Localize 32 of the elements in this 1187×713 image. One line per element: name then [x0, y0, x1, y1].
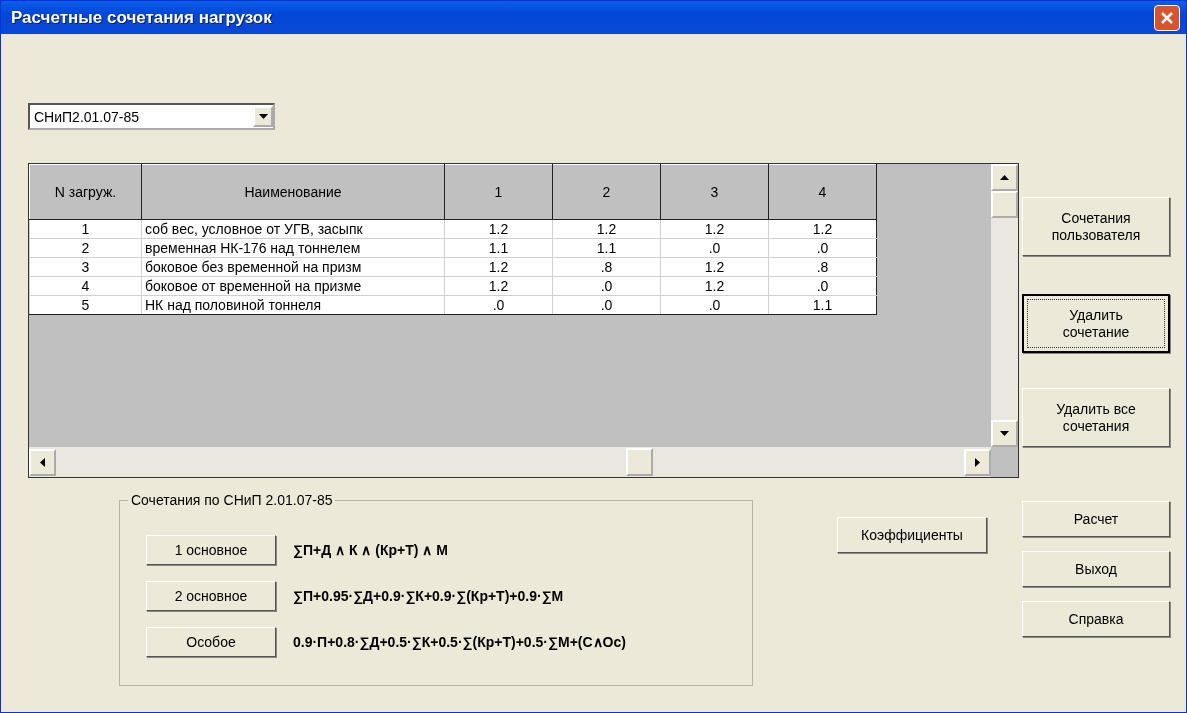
formula-text: ∑П+0.95·∑Д+0.9·∑К+0.9·∑(Кр+Т)+0.9·∑М [293, 588, 564, 604]
combination-action-button[interactable]: Сочетания пользователя [1022, 197, 1170, 256]
group-title: Сочетания по СНиП 2.01.07-85 [128, 492, 336, 508]
scroll-right-arrow-icon[interactable] [975, 457, 980, 467]
scroll-thumb[interactable] [626, 448, 653, 476]
scroll-down-arrow-icon[interactable] [1000, 431, 1009, 436]
combination-action-button[interactable]: Удалить все сочетания [1022, 388, 1170, 447]
column-header[interactable]: 1 [444, 164, 553, 220]
action-button[interactable]: Выход [1022, 551, 1170, 587]
action-button[interactable]: Расчет [1022, 501, 1170, 537]
scroll-up-arrow-icon[interactable] [1000, 175, 1009, 180]
window-title: Расчетные сочетания нагрузок [11, 7, 272, 28]
column-header[interactable]: 3 [660, 164, 769, 220]
dropdown-arrow-icon [258, 114, 268, 119]
formula-text: ∑П+Д ∧ К ∧ (Кр+Т) ∧ М [293, 542, 448, 558]
horizontal-scrollbar[interactable] [29, 447, 991, 477]
close-icon[interactable] [1154, 4, 1180, 31]
action-button[interactable]: Справка [1022, 601, 1170, 637]
scroll-thumb[interactable] [991, 191, 1018, 218]
formula-text: 0.9·П+0.8·∑Д+0.5·∑К+0.5·∑(Кр+Т)+0.5·∑М+(С∧Ос) [293, 634, 626, 650]
coefficients-button[interactable]: Коэффициенты [837, 517, 987, 553]
column-header[interactable]: Наименование [141, 164, 445, 220]
combination-button[interactable]: 2 основное [146, 581, 276, 611]
column-header[interactable]: 4 [768, 164, 877, 220]
combination-button[interactable]: 1 основное [146, 535, 276, 565]
combination-button[interactable]: Особое [146, 627, 276, 657]
column-header[interactable]: N загруж. [29, 164, 142, 220]
column-header[interactable]: 2 [552, 164, 661, 220]
scroll-left-arrow-icon[interactable] [40, 457, 45, 467]
combination-action-button[interactable]: Удалить сочетание [1022, 294, 1170, 353]
norm-dropdown[interactable]: СНиП2.01.07-85 [28, 103, 275, 130]
vertical-scrollbar[interactable] [991, 164, 1018, 447]
